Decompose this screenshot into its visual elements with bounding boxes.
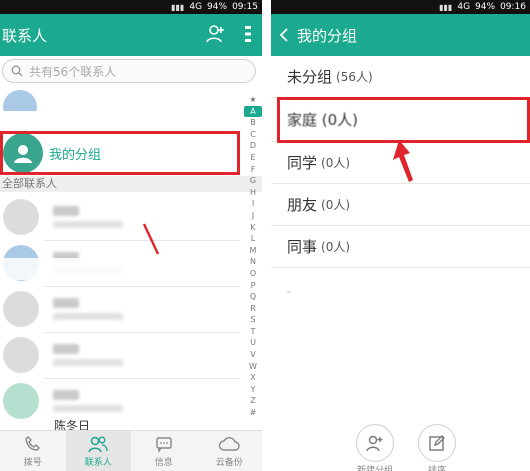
- tab-dialer[interactable]: 拨号: [0, 431, 66, 471]
- index-letter[interactable]: S: [244, 314, 262, 326]
- tab-contacts[interactable]: 联系人: [65, 431, 131, 471]
- bottom-tab-bar: 拨号 联系人 信息 云备份: [0, 430, 262, 471]
- edit-icon: [429, 435, 445, 451]
- index-letter[interactable]: W: [244, 361, 262, 373]
- index-letter[interactable]: ★: [244, 94, 262, 106]
- battery-label: 94%: [475, 2, 496, 12]
- contacts-screen: ▮▮▮ 4G 94% 09:15 联系人 共有56个联系人 我的分组 全部联系人…: [0, 0, 262, 471]
- status-bar: ▮▮▮ 4G 94% 09:15: [0, 0, 262, 14]
- tab-cloud-backup[interactable]: 云备份: [197, 431, 263, 471]
- index-letter[interactable]: Z: [244, 395, 262, 407]
- overlay-mask: [0, 111, 240, 129]
- index-letter[interactable]: B: [244, 117, 262, 129]
- index-letter[interactable]: H: [244, 187, 262, 199]
- index-letter[interactable]: E: [244, 152, 262, 164]
- index-letter[interactable]: V: [244, 349, 262, 361]
- contact-row[interactable]: [0, 195, 240, 239]
- phone-icon: [25, 435, 40, 451]
- group-item-colleagues[interactable]: 同事 (0人): [271, 226, 530, 268]
- network-label: 4G: [189, 2, 203, 12]
- annotation-arrow: [393, 140, 413, 182]
- contact-row[interactable]: [0, 333, 240, 377]
- groups-screen: ▮▮▮ 4G 94% 09:16 我的分组 未分组 (56人) 家庭 (0人) …: [271, 0, 530, 471]
- highlight-box: [277, 97, 530, 143]
- avatar: [3, 291, 39, 327]
- index-letter[interactable]: L: [244, 233, 262, 245]
- tab-label: 联系人: [84, 457, 112, 468]
- index-letter[interactable]: Y: [244, 384, 262, 396]
- cloud-icon: [219, 436, 240, 451]
- index-letter[interactable]: J: [244, 210, 262, 222]
- annotation-stroke: [142, 223, 160, 255]
- new-group-button[interactable]: [356, 424, 394, 462]
- group-item-friends[interactable]: 朋友 (0人): [271, 184, 530, 226]
- index-letter[interactable]: X: [244, 372, 262, 384]
- section-header: 全部联系人: [0, 176, 262, 192]
- clock: 09:16: [500, 2, 526, 12]
- alphabet-index[interactable]: ★ A B C D E F G H I J K L M N O P Q R S …: [244, 94, 262, 419]
- group-name: 未分组: [287, 68, 333, 86]
- page-title: 我的分组: [297, 26, 358, 45]
- sort-label: 排序: [427, 466, 446, 471]
- tab-label: 云备份: [215, 457, 243, 468]
- search-icon: [11, 65, 23, 77]
- new-group-label: 新建分组: [356, 466, 393, 471]
- group-count: (0人): [321, 240, 351, 254]
- index-letter[interactable]: O: [244, 268, 262, 280]
- index-letter[interactable]: F: [244, 164, 262, 176]
- more-menu-icon[interactable]: [244, 24, 252, 44]
- group-name: 同学: [287, 154, 318, 172]
- search-input[interactable]: 共有56个联系人: [2, 59, 256, 83]
- group-count: (56人): [336, 70, 373, 84]
- index-letter[interactable]: #: [244, 407, 262, 419]
- index-letter[interactable]: C: [244, 129, 262, 141]
- app-bar: 联系人: [0, 14, 262, 56]
- message-icon: [156, 436, 172, 453]
- group-item-ungrouped[interactable]: 未分组 (56人): [271, 56, 530, 98]
- group-name: 朋友: [287, 196, 318, 214]
- index-letter[interactable]: Q: [244, 291, 262, 303]
- index-letter[interactable]: R: [244, 303, 262, 315]
- battery-label: 94%: [207, 2, 228, 12]
- page-title: 联系人: [2, 26, 48, 45]
- highlight-box: [0, 131, 240, 175]
- avatar: [3, 383, 39, 419]
- group-count: (0人): [321, 198, 351, 212]
- index-letter[interactable]: N: [244, 256, 262, 268]
- index-letter[interactable]: K: [244, 222, 262, 234]
- panel-gap: [262, 0, 271, 471]
- avatar: [3, 337, 39, 373]
- add-contact-icon[interactable]: [206, 24, 226, 44]
- signal-icon: ▮▮▮: [171, 2, 185, 12]
- index-letter[interactable]: T: [244, 326, 262, 338]
- screenshot-composite: ▮▮▮ 4G 94% 09:15 联系人 共有56个联系人 我的分组 全部联系人…: [0, 0, 530, 471]
- group-count: (0人): [321, 156, 351, 170]
- app-bar: 我的分组: [271, 14, 530, 56]
- index-letter[interactable]: M: [244, 245, 262, 257]
- clock: 09:15: [232, 2, 258, 12]
- index-letter[interactable]: G: [244, 175, 262, 187]
- contact-row[interactable]: [0, 379, 240, 423]
- index-letter[interactable]: I: [244, 198, 262, 210]
- avatar: [3, 199, 39, 235]
- network-label: 4G: [457, 2, 471, 12]
- index-letter[interactable]: P: [244, 280, 262, 292]
- sort-button[interactable]: [418, 424, 456, 462]
- index-letter[interactable]: U: [244, 337, 262, 349]
- index-letter[interactable]: A: [244, 105, 262, 118]
- search-placeholder: 共有56个联系人: [29, 64, 117, 79]
- tab-label: 拨号: [23, 457, 42, 468]
- status-bar: ▮▮▮ 4G 94% 09:16: [271, 0, 530, 14]
- tab-messages[interactable]: 信息: [131, 431, 197, 471]
- index-letter[interactable]: D: [244, 140, 262, 152]
- contact-row[interactable]: [0, 287, 240, 331]
- back-arrow-icon[interactable]: [275, 25, 295, 45]
- tab-label: 信息: [154, 457, 173, 468]
- contacts-icon: [88, 436, 108, 452]
- signal-icon: ▮▮▮: [439, 2, 453, 12]
- add-group-icon: [366, 435, 383, 452]
- group-name: 同事: [287, 238, 318, 256]
